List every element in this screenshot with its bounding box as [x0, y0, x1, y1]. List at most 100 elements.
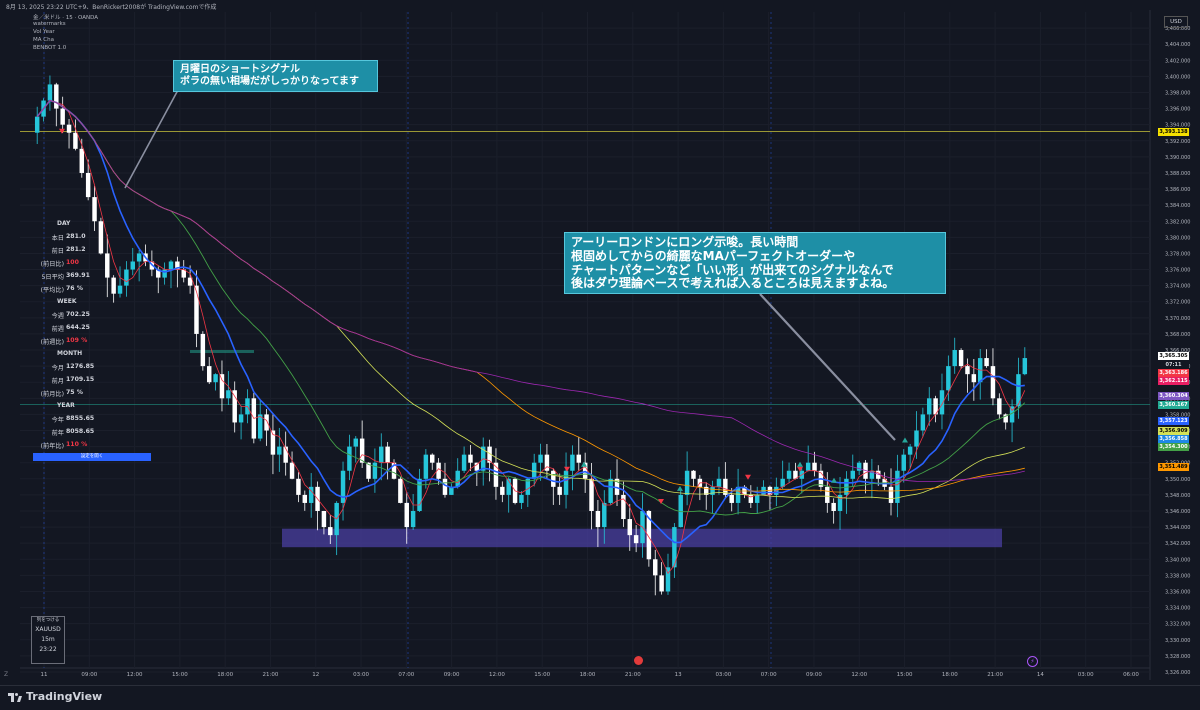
y-tick-label: 3,332.000 [1165, 622, 1190, 628]
candle-body [200, 333, 206, 367]
candle-body [589, 478, 594, 511]
price-tag: 3,360.304 [1158, 391, 1189, 400]
candle-body [627, 519, 632, 536]
y-tick-label: 3,376.000 [1165, 268, 1190, 274]
candle-body [328, 527, 333, 536]
candle-body [990, 366, 996, 399]
candle-body [296, 478, 301, 495]
candle-body [684, 470, 690, 495]
y-tick-label: 3,388.000 [1165, 171, 1190, 177]
candle-body [786, 470, 792, 479]
stats-value: 644.25 [66, 324, 90, 331]
legend-watermarks[interactable]: watermarks [33, 21, 66, 27]
candle-body [551, 470, 556, 487]
candle-body [277, 446, 282, 455]
price-chart[interactable]: 3,326.000 3,328.000 3,330.000 3,332.000 3,33… [0, 0, 1200, 709]
candle-body [442, 478, 448, 495]
stats-value: 76 % [66, 285, 83, 292]
x-tick-label: 12 [312, 672, 319, 678]
candle-body [474, 462, 480, 471]
legend-symbol[interactable]: 金／米ドル · 15 · OANDA [33, 13, 98, 21]
candle-body [130, 261, 135, 270]
price-tag: 3,360.167 [1158, 400, 1189, 409]
timezone-icon[interactable]: Z [4, 671, 8, 678]
callout-line: 根固めしてからの綺麗なMAパーフェクトオーダーや [571, 248, 856, 263]
stats-value: 1709.15 [66, 376, 95, 383]
y-tick-label: 3,346.000 [1165, 509, 1190, 515]
callout-short-signal: 月曜日のショートシグナル ボラの無い相場だがしっかりなってます [173, 60, 378, 92]
y-tick-label: 3,342.000 [1165, 541, 1190, 547]
stats-label: 前週 [51, 326, 64, 333]
y-tick-label: 3,372.000 [1165, 300, 1190, 306]
candle-body [379, 446, 384, 463]
price-tag: 3,393.138 [1158, 127, 1189, 136]
candle-body [455, 470, 460, 487]
stats-label: (前日比) [40, 261, 64, 268]
currency-label[interactable]: USD [1164, 16, 1188, 28]
x-tick-label: 13 [675, 672, 682, 678]
legend-benbot[interactable]: BENBOT 1.0 [33, 45, 66, 51]
x-tick-label: 03:00 [715, 672, 731, 678]
candle-body [691, 470, 696, 479]
candle-body [958, 350, 964, 367]
candle-body [914, 430, 919, 447]
stats-value: 75 % [66, 389, 83, 396]
x-tick-label: 14 [1037, 672, 1044, 678]
x-tick-label: 15:00 [534, 672, 550, 678]
candle-body [608, 478, 613, 503]
candle-body [576, 454, 582, 463]
candle-body [162, 269, 167, 278]
candle-body [404, 502, 409, 528]
candle-body [372, 462, 378, 479]
candle-body [754, 494, 760, 503]
stats-value: 109 % [66, 337, 88, 344]
y-tick-label: 3,384.000 [1165, 203, 1190, 209]
y-tick-label: 3,338.000 [1165, 573, 1190, 579]
x-tick-label: 12:00 [127, 672, 143, 678]
y-tick-label: 3,402.000 [1165, 58, 1190, 64]
legend-ma-cha[interactable]: MA Cha [33, 37, 54, 43]
candle-body [105, 253, 110, 278]
tradingview-mark-icon [8, 692, 22, 702]
legend-vol-year[interactable]: Vol Year [33, 29, 55, 35]
stats-value: 8855.65 [66, 415, 95, 422]
stats-label: (前年比) [40, 443, 64, 450]
callout-line: アーリーロンドンにロング示唆。長い時間 [571, 235, 799, 249]
candle-body [468, 454, 473, 463]
candle-body [417, 478, 422, 511]
candle-body [729, 494, 734, 503]
candle-body [461, 454, 467, 471]
callout-long-signal: アーリーロンドンにロング示唆。長い時間 根固めしてからの綺麗なMAパーフェクトオ… [564, 232, 946, 294]
price-tag: 3,351.489 [1158, 462, 1189, 471]
economic-event-icon[interactable] [634, 656, 643, 665]
stats-label: (平均比) [40, 287, 64, 294]
symbox-interval: 15m [41, 636, 55, 643]
candle-body [117, 285, 123, 294]
small-zone [190, 350, 254, 354]
stats-value: 8058.65 [66, 428, 95, 435]
candle-body [500, 486, 505, 495]
candle-body [531, 462, 537, 479]
candle-body [321, 510, 327, 528]
x-tick-label: 03:00 [353, 672, 369, 678]
y-tick-label: 3,374.000 [1165, 284, 1190, 290]
candle-body [136, 253, 142, 262]
candle-body [213, 374, 218, 383]
y-tick-label: 3,370.000 [1165, 316, 1190, 322]
candle-body [946, 366, 951, 391]
candle-body [920, 414, 926, 431]
y-tick-label: 3,404.000 [1165, 42, 1190, 48]
header-title: 8月 13, 2025 23:22 UTC+9、BenRickert2008が … [6, 4, 217, 11]
candle-body [353, 438, 359, 447]
settings-button[interactable]: 設定を開く [33, 453, 151, 461]
x-tick-label: 06:00 [1123, 672, 1139, 678]
x-tick-label: 15:00 [172, 672, 188, 678]
x-tick-label: 03:00 [1078, 672, 1094, 678]
y-tick-label: 3,400.000 [1165, 74, 1190, 80]
candle-body [60, 108, 65, 125]
candle-body [710, 486, 715, 495]
candle-body [219, 374, 225, 399]
lightning-icon[interactable]: ⚡ [1027, 656, 1038, 667]
y-tick-label: 3,334.000 [1165, 606, 1190, 612]
price-tag: 3,354.300 [1158, 442, 1189, 451]
